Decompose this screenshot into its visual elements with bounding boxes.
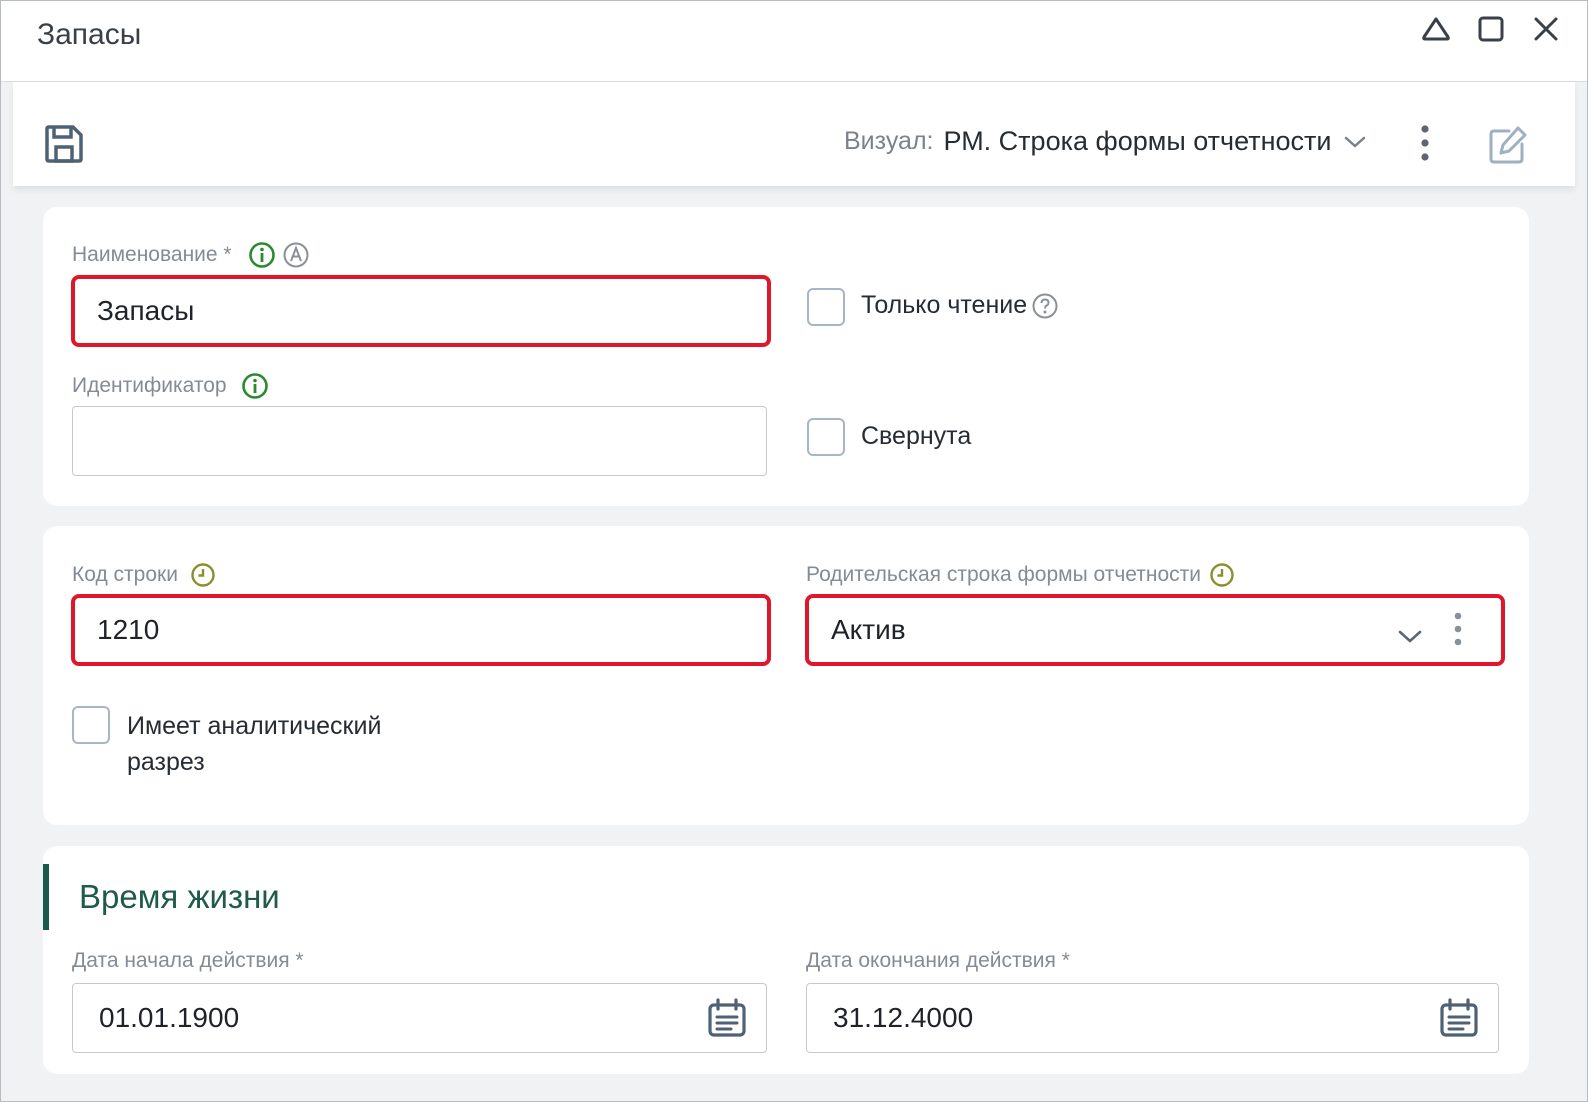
code-label-text: Код строки bbox=[72, 563, 178, 586]
toolbar: Визуал: РМ. Строка формы отчетности bbox=[13, 82, 1575, 186]
parent-label-text: Родительская строка формы отчетности bbox=[806, 563, 1202, 586]
end-date-value: 31.12.4000 bbox=[833, 1002, 974, 1033]
section-title: Время жизни bbox=[79, 878, 280, 915]
start-date-picker-button[interactable] bbox=[707, 998, 747, 1043]
info-icon[interactable] bbox=[241, 372, 269, 400]
collapsed-label: Свернута bbox=[861, 422, 972, 450]
toolbar-more-button[interactable] bbox=[1415, 122, 1435, 169]
general-card: Наименование * Запасы Идентификатор Толь… bbox=[43, 207, 1529, 506]
analytic-checkbox[interactable] bbox=[72, 706, 110, 744]
end-date-picker-button[interactable] bbox=[1439, 998, 1479, 1043]
chevron-down-icon bbox=[1345, 136, 1366, 148]
code-value: 1210 bbox=[97, 614, 160, 645]
lifetime-card: Время жизни Дата начала действия * 01.01… bbox=[43, 846, 1529, 1074]
name-label: Наименование * bbox=[72, 241, 310, 269]
edit-icon bbox=[1489, 126, 1527, 164]
parent-value: Актив bbox=[831, 614, 906, 645]
chevron-down-icon bbox=[1398, 630, 1422, 643]
save-icon bbox=[45, 125, 83, 163]
calendar-icon bbox=[1440, 998, 1478, 1037]
name-value: Запасы bbox=[97, 295, 195, 326]
close-icon bbox=[1534, 17, 1558, 41]
visual-selector[interactable]: Визуал: РМ. Строка формы отчетности bbox=[844, 126, 1367, 157]
maximize-icon bbox=[1478, 16, 1504, 42]
identifier-field[interactable] bbox=[72, 406, 767, 476]
code-field[interactable]: 1210 bbox=[71, 594, 771, 666]
parent-dropdown-toggle[interactable] bbox=[1397, 620, 1423, 652]
visual-value: РМ. Строка формы отчетности bbox=[943, 126, 1332, 156]
more-vertical-icon bbox=[1454, 612, 1462, 646]
section-accent-bar bbox=[43, 864, 49, 930]
more-vertical-icon bbox=[1421, 125, 1429, 161]
collapsed-checkbox[interactable] bbox=[807, 418, 845, 456]
help-icon[interactable] bbox=[1031, 292, 1059, 320]
code-label: Код строки bbox=[72, 562, 216, 588]
parent-select[interactable]: Актив bbox=[805, 594, 1505, 666]
maximize-button[interactable] bbox=[1473, 11, 1509, 47]
close-button[interactable] bbox=[1528, 11, 1564, 47]
identifier-label: Идентификатор bbox=[72, 372, 269, 400]
titlebar: Запасы bbox=[1, 1, 1587, 82]
edit-button[interactable] bbox=[1487, 124, 1529, 171]
window: Запасы Визуал: РМ. Строка формы отчетнос… bbox=[0, 0, 1588, 1102]
parent-label: Родительская строка формы отчетности bbox=[806, 562, 1235, 588]
collapse-icon bbox=[1422, 17, 1450, 41]
clock-icon[interactable] bbox=[1209, 562, 1235, 588]
visual-label: Визуал: bbox=[844, 127, 934, 155]
readonly-checkbox[interactable] bbox=[807, 288, 845, 326]
code-card: Код строки 1210 Родительская строка форм… bbox=[43, 526, 1529, 825]
start-date-value: 01.01.1900 bbox=[99, 1002, 240, 1033]
clock-icon[interactable] bbox=[190, 562, 216, 588]
info-icon[interactable] bbox=[248, 241, 276, 269]
identifier-label-text: Идентификатор bbox=[72, 374, 227, 397]
end-date-field[interactable]: 31.12.4000 bbox=[806, 983, 1499, 1053]
readonly-label-text: Только чтение bbox=[861, 291, 1028, 319]
window-title: Запасы bbox=[37, 18, 142, 51]
name-field[interactable]: Запасы bbox=[71, 275, 771, 347]
start-date-label: Дата начала действия * bbox=[72, 949, 304, 972]
parent-more-button[interactable] bbox=[1450, 610, 1466, 657]
analytic-label: Имеет аналитический разрез bbox=[127, 712, 382, 776]
collapse-button[interactable] bbox=[1418, 11, 1454, 47]
autofill-icon[interactable] bbox=[282, 241, 310, 269]
readonly-label: Только чтение bbox=[861, 291, 1059, 320]
start-date-field[interactable]: 01.01.1900 bbox=[72, 983, 767, 1053]
calendar-icon bbox=[708, 998, 746, 1037]
name-label-text: Наименование * bbox=[72, 243, 232, 266]
end-date-label: Дата окончания действия * bbox=[806, 949, 1070, 972]
save-button[interactable] bbox=[43, 124, 85, 169]
